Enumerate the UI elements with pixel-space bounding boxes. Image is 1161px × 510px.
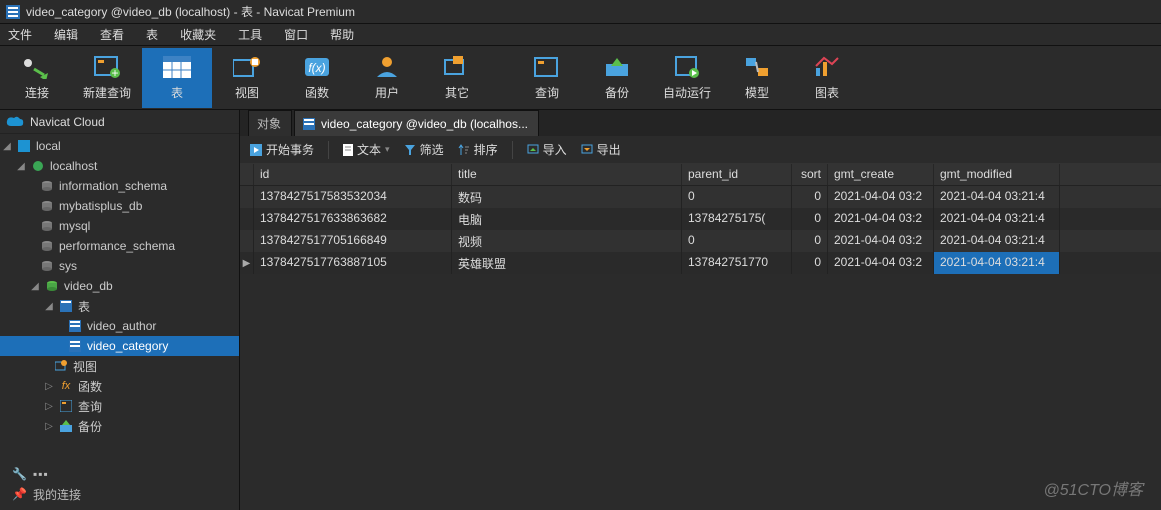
tree-localhost[interactable]: ◢localhost xyxy=(0,156,239,176)
tree-functions-folder[interactable]: ▷fx函数 xyxy=(0,376,239,396)
query-icon xyxy=(59,399,73,413)
tool-new-query[interactable]: + 新建查询 xyxy=(72,48,142,108)
editor-tabs: 对象 video_category @video_db (localhos... xyxy=(240,110,1161,136)
footer-settings[interactable]: 🔧▪▪▪ xyxy=(12,464,239,484)
database-icon xyxy=(40,259,54,273)
menubar: 文件 编辑 查看 表 收藏夹 工具 窗口 帮助 xyxy=(0,24,1161,46)
tab-objects[interactable]: 对象 xyxy=(248,110,292,136)
tree-views-folder[interactable]: 视图 xyxy=(0,356,239,376)
server-icon xyxy=(17,139,31,153)
tool-chart[interactable]: 图表 xyxy=(792,48,862,108)
wrench-icon: 🔧 xyxy=(12,467,27,481)
tree-backups-folder[interactable]: ▷备份 xyxy=(0,416,239,436)
tree-db-video-db[interactable]: ◢video_db xyxy=(0,276,239,296)
database-icon xyxy=(40,199,54,213)
connection-tree[interactable]: ◢local ◢localhost information_schema myb… xyxy=(0,134,239,458)
grid-body[interactable]: 1378427517583532034 数码 0 0 2021-04-04 03… xyxy=(240,186,1161,510)
col-gmt-create[interactable]: gmt_create xyxy=(828,164,934,185)
fx-icon: fx xyxy=(59,379,73,393)
filter-icon xyxy=(404,144,416,156)
menu-file[interactable]: 文件 xyxy=(8,26,32,43)
col-parent-id[interactable]: parent_id xyxy=(682,164,792,185)
tree-local[interactable]: ◢local xyxy=(0,136,239,156)
tab-video-category[interactable]: video_category @video_db (localhos... xyxy=(294,110,539,136)
menu-favorites[interactable]: 收藏夹 xyxy=(180,26,216,43)
tree-tables-folder[interactable]: ◢表 xyxy=(0,296,239,316)
import-icon xyxy=(527,144,539,156)
database-open-icon xyxy=(45,279,59,293)
mysql-icon xyxy=(31,159,45,173)
page-icon xyxy=(343,144,353,156)
database-icon xyxy=(40,219,54,233)
table-icon xyxy=(68,319,82,333)
views-icon xyxy=(54,359,68,373)
sort-icon xyxy=(458,144,470,156)
tree-db-performance-schema[interactable]: performance_schema xyxy=(0,236,239,256)
tool-other[interactable]: 其它 xyxy=(422,48,492,108)
tree-table-video-category[interactable]: video_category xyxy=(0,336,239,356)
table-row[interactable]: ▶ 1378427517763887105 英雄联盟 137842751770 … xyxy=(240,252,1161,274)
main-toolbar: 连接 + 新建查询 表 视图 f(x) 函数 用户 其它 查询 备份 自动运行 … xyxy=(0,46,1161,110)
svg-text:f(x): f(x) xyxy=(308,61,325,75)
tree-db-mybatisplus[interactable]: mybatisplus_db xyxy=(0,196,239,216)
pin-icon: 📌 xyxy=(12,487,27,501)
table-row[interactable]: 1378427517583532034 数码 0 0 2021-04-04 03… xyxy=(240,186,1161,208)
grid-toolbar: 开始事务 文本 ▾ 筛选 排序 导入 导出 xyxy=(240,136,1161,164)
tool-model[interactable]: 模型 xyxy=(722,48,792,108)
table-icon xyxy=(68,339,82,353)
btn-sort[interactable]: 排序 xyxy=(458,141,498,158)
sidebar-header[interactable]: Navicat Cloud xyxy=(0,110,239,134)
tool-user[interactable]: 用户 xyxy=(352,48,422,108)
table-icon xyxy=(6,5,20,19)
col-gmt-modified[interactable]: gmt_modified xyxy=(934,164,1060,185)
tool-table[interactable]: 表 xyxy=(142,48,212,108)
menu-view[interactable]: 查看 xyxy=(100,26,124,43)
btn-begin-transaction[interactable]: 开始事务 xyxy=(250,141,314,158)
menu-edit[interactable]: 编辑 xyxy=(54,26,78,43)
menu-help[interactable]: 帮助 xyxy=(330,26,354,43)
sidebar-footer: 🔧▪▪▪ 📌我的连接 xyxy=(0,458,239,510)
tables-icon xyxy=(59,299,73,313)
tree-db-mysql[interactable]: mysql xyxy=(0,216,239,236)
col-id[interactable]: id xyxy=(254,164,452,185)
footer-my-connections[interactable]: 📌我的连接 xyxy=(12,484,239,504)
table-row[interactable]: 1378427517633863682 电脑 13784275175( 0 20… xyxy=(240,208,1161,230)
menu-window[interactable]: 窗口 xyxy=(284,26,308,43)
btn-import[interactable]: 导入 xyxy=(527,141,567,158)
tool-function[interactable]: f(x) 函数 xyxy=(282,48,352,108)
play-icon xyxy=(250,144,262,156)
menu-table[interactable]: 表 xyxy=(146,26,158,43)
tree-table-video-author[interactable]: video_author xyxy=(0,316,239,336)
title-bar: video_category @video_db (localhost) - 表… xyxy=(0,0,1161,24)
database-icon xyxy=(40,179,54,193)
main-area: 对象 video_category @video_db (localhos...… xyxy=(240,110,1161,510)
tree-db-information-schema[interactable]: information_schema xyxy=(0,176,239,196)
col-sort[interactable]: sort xyxy=(792,164,828,185)
current-row-indicator: ▶ xyxy=(240,252,254,274)
watermark: @51CTO博客 xyxy=(1043,476,1143,500)
selected-cell[interactable]: 2021-04-04 03:21:4 xyxy=(934,252,1060,274)
tool-view[interactable]: 视图 xyxy=(212,48,282,108)
btn-export[interactable]: 导出 xyxy=(581,141,621,158)
tool-autorun[interactable]: 自动运行 xyxy=(652,48,722,108)
table-row[interactable]: 1378427517705166849 视频 0 0 2021-04-04 03… xyxy=(240,230,1161,252)
sidebar: Navicat Cloud ◢local ◢localhost informat… xyxy=(0,110,240,510)
table-icon xyxy=(303,118,315,130)
tool-connect[interactable]: 连接 xyxy=(2,48,72,108)
btn-filter[interactable]: 筛选 xyxy=(404,141,444,158)
backup-icon xyxy=(59,419,73,433)
cloud-icon xyxy=(6,116,24,128)
export-icon xyxy=(581,144,593,156)
database-icon xyxy=(40,239,54,253)
tree-queries-folder[interactable]: ▷查询 xyxy=(0,396,239,416)
grid-header: id title parent_id sort gmt_create gmt_m… xyxy=(240,164,1161,186)
svg-text:+: + xyxy=(111,66,118,79)
menu-tools[interactable]: 工具 xyxy=(238,26,262,43)
tool-backup[interactable]: 备份 xyxy=(582,48,652,108)
btn-text-view[interactable]: 文本 ▾ xyxy=(343,141,390,158)
col-title[interactable]: title xyxy=(452,164,682,185)
tree-db-sys[interactable]: sys xyxy=(0,256,239,276)
tool-query[interactable]: 查询 xyxy=(512,48,582,108)
window-title: video_category @video_db (localhost) - 表… xyxy=(26,3,355,20)
